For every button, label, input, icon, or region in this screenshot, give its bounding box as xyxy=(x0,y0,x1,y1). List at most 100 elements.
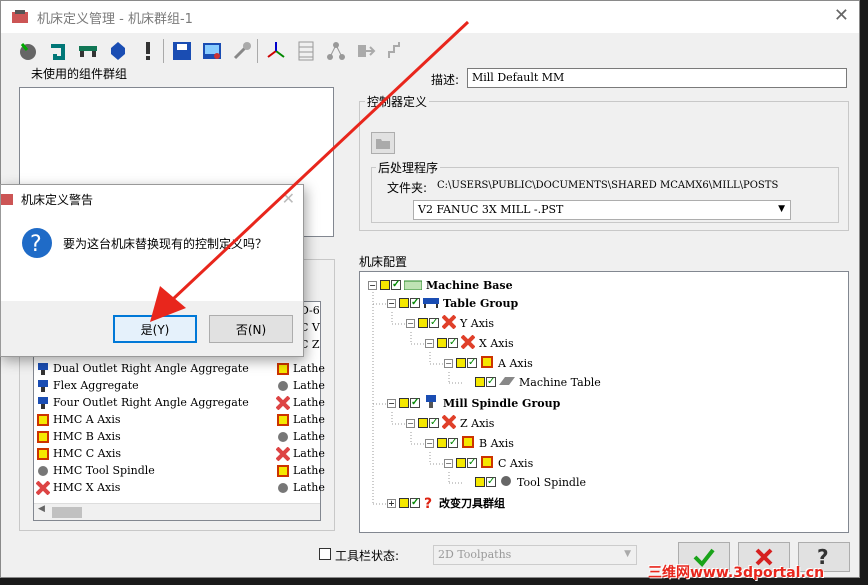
collapse-icon[interactable]: − xyxy=(444,358,453,368)
horizontal-scrollbar[interactable]: ◀ xyxy=(34,503,320,520)
list-item[interactable]: Lathe xyxy=(274,377,325,394)
list-item[interactable]: HMC A Axis xyxy=(34,411,121,428)
list-item[interactable]: Lathe xyxy=(274,360,325,377)
yes-button[interactable]: 是(Y) xyxy=(113,315,197,343)
visibility-icon[interactable] xyxy=(437,338,447,348)
visibility-icon[interactable] xyxy=(399,398,409,408)
tree-node[interactable]: − ✓ C Axis xyxy=(444,454,533,472)
display-icon[interactable] xyxy=(199,37,225,65)
rotate-icon[interactable] xyxy=(45,37,71,65)
tree-node[interactable]: ✓ Machine Table xyxy=(463,373,601,391)
visibility-icon[interactable] xyxy=(380,280,390,290)
tree-node[interactable]: − ✓ Y Axis xyxy=(406,314,494,332)
collapse-icon[interactable]: − xyxy=(444,458,453,468)
question-icon: ? xyxy=(22,228,52,258)
tree-checkbox[interactable]: ✓ xyxy=(391,280,401,290)
tree-node[interactable]: ✓ Tool Spindle xyxy=(463,473,586,491)
table-icon[interactable] xyxy=(293,37,319,65)
tree-node[interactable]: − ✓ Z Axis xyxy=(406,414,494,432)
visibility-icon[interactable] xyxy=(437,438,447,448)
toolbar-state-checkbox[interactable] xyxy=(319,548,331,560)
axes-icon[interactable] xyxy=(263,37,289,65)
list-item[interactable]: Four Outlet Right Angle Aggregate xyxy=(34,394,249,411)
tree-node[interactable]: − ✓ Table Group xyxy=(387,294,518,312)
tree-checkbox[interactable]: ✓ xyxy=(410,498,420,508)
tree-node-label: A Axis xyxy=(498,356,533,370)
component-icon xyxy=(423,394,439,412)
list-item[interactable]: Lathe xyxy=(274,428,325,445)
list-item[interactable]: Lathe xyxy=(274,394,325,411)
tree-checkbox[interactable]: ✓ xyxy=(448,438,458,448)
list-item[interactable]: Lathe xyxy=(274,462,325,479)
unused-groups-label: 未使用的组件群组 xyxy=(29,65,130,82)
watermark: 三维网www.3dportal.cn xyxy=(648,565,825,581)
tree-node[interactable]: − ✓ A Axis xyxy=(444,354,533,372)
collapse-icon[interactable]: − xyxy=(387,298,396,308)
warning-icon[interactable] xyxy=(135,37,161,65)
controller-label: 控制器定义 xyxy=(365,93,430,110)
tree-checkbox[interactable]: ✓ xyxy=(410,398,420,408)
description-field[interactable]: Mill Default MM xyxy=(467,68,847,88)
visibility-icon[interactable] xyxy=(418,318,428,328)
collapse-icon[interactable]: − xyxy=(387,398,396,408)
lathe-icon xyxy=(275,395,291,410)
list-item[interactable]: HMC X Axis xyxy=(34,479,120,496)
tree-checkbox[interactable]: ✓ xyxy=(486,377,496,387)
tree-node[interactable]: − ✓ Machine Base xyxy=(368,276,513,294)
list-item-label: HMC Tool Spindle xyxy=(53,464,155,477)
tree-node[interactable]: − ✓ Mill Spindle Group xyxy=(387,394,560,412)
no-button[interactable]: 否(N) xyxy=(209,315,293,343)
tree-checkbox[interactable]: ✓ xyxy=(467,458,477,468)
collapse-icon[interactable]: − xyxy=(406,418,415,428)
collapse-icon[interactable]: − xyxy=(406,318,415,328)
tree-node[interactable]: − ✓ B Axis xyxy=(425,434,514,452)
tree-node[interactable]: + ✓? 改变刀具群组 xyxy=(387,494,505,512)
tree-icon[interactable] xyxy=(323,37,349,65)
list-item[interactable]: HMC C Axis xyxy=(34,445,121,462)
app-icon xyxy=(12,10,28,23)
tree-checkbox[interactable]: ✓ xyxy=(486,477,496,487)
axis-icon[interactable] xyxy=(75,37,101,65)
collapse-icon[interactable]: − xyxy=(425,438,434,448)
collapse-icon[interactable]: − xyxy=(368,280,377,290)
visibility-icon[interactable] xyxy=(399,498,409,508)
toolbar-state-select[interactable]: 2D Toolpaths ▼ xyxy=(433,545,637,565)
list-item[interactable]: Flex Aggregate xyxy=(34,377,139,394)
tree-checkbox[interactable]: ✓ xyxy=(429,418,439,428)
expand-icon[interactable]: + xyxy=(387,498,396,508)
close-icon[interactable]: ✕ xyxy=(282,189,295,208)
visibility-icon[interactable] xyxy=(399,298,409,308)
collapse-icon[interactable]: − xyxy=(425,338,434,348)
visibility-icon[interactable] xyxy=(475,377,485,387)
tree-checkbox[interactable]: ✓ xyxy=(448,338,458,348)
machine-icon[interactable] xyxy=(15,37,41,65)
tree-checkbox[interactable]: ✓ xyxy=(410,298,420,308)
list-item[interactable]: Lathe xyxy=(274,479,325,496)
tree-checkbox[interactable]: ✓ xyxy=(467,358,477,368)
list-item-label: HMC X Axis xyxy=(53,481,121,494)
list-item[interactable]: Lathe xyxy=(274,445,325,462)
lathe-icon xyxy=(276,464,290,478)
machine-config-tree[interactable]: − ✓ Machine Base − ✓ Table Group − ✓ Y Axis − ✓ X A… xyxy=(359,271,849,533)
spindle-icon[interactable] xyxy=(105,37,131,65)
open-folder-button[interactable] xyxy=(371,132,395,154)
export-icon[interactable] xyxy=(353,37,379,65)
visibility-icon[interactable] xyxy=(456,358,466,368)
component-icon: ? xyxy=(423,495,435,512)
visibility-icon[interactable] xyxy=(418,418,428,428)
list-item[interactable]: HMC B Axis xyxy=(34,428,121,445)
list-item[interactable]: Dual Outlet Right Angle Aggregate xyxy=(34,360,249,377)
save-icon[interactable] xyxy=(169,37,195,65)
visibility-icon[interactable] xyxy=(475,477,485,487)
close-icon[interactable]: ✕ xyxy=(834,5,849,26)
list-item[interactable]: Lathe xyxy=(274,411,325,428)
chart-icon[interactable] xyxy=(383,37,409,65)
list-item[interactable]: HMC Tool Spindle xyxy=(34,462,155,479)
svg-text:?: ? xyxy=(424,496,432,509)
tree-node[interactable]: − ✓ X Axis xyxy=(425,334,514,352)
tree-node-label: Machine Table xyxy=(519,375,601,389)
visibility-icon[interactable] xyxy=(456,458,466,468)
tool-icon[interactable] xyxy=(229,37,255,65)
tree-checkbox[interactable]: ✓ xyxy=(429,318,439,328)
post-processor-select[interactable]: V2 FANUC 3X MILL -.PST ▼ xyxy=(413,200,791,220)
